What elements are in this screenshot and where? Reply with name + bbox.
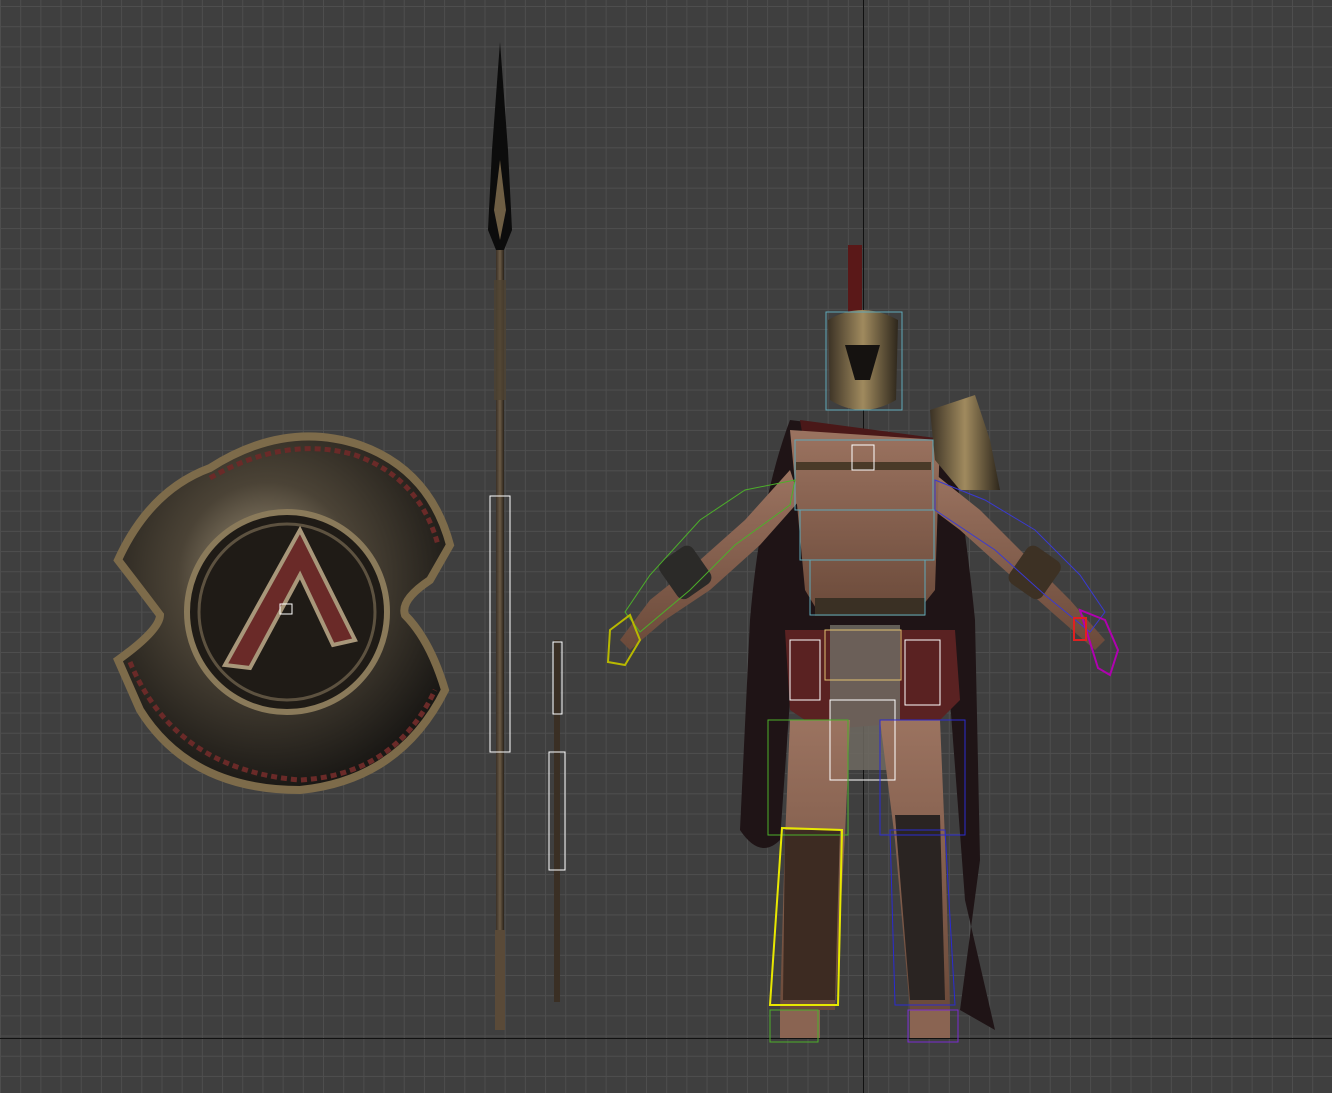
short-spear-object[interactable] — [548, 640, 566, 1002]
scene-canvas[interactable] — [0, 0, 1332, 1093]
viewport-perspective[interactable] — [0, 0, 1332, 1093]
warrior-object[interactable] — [606, 245, 1120, 1043]
shield-object[interactable] — [113, 432, 455, 795]
spear-object[interactable] — [488, 42, 512, 1030]
